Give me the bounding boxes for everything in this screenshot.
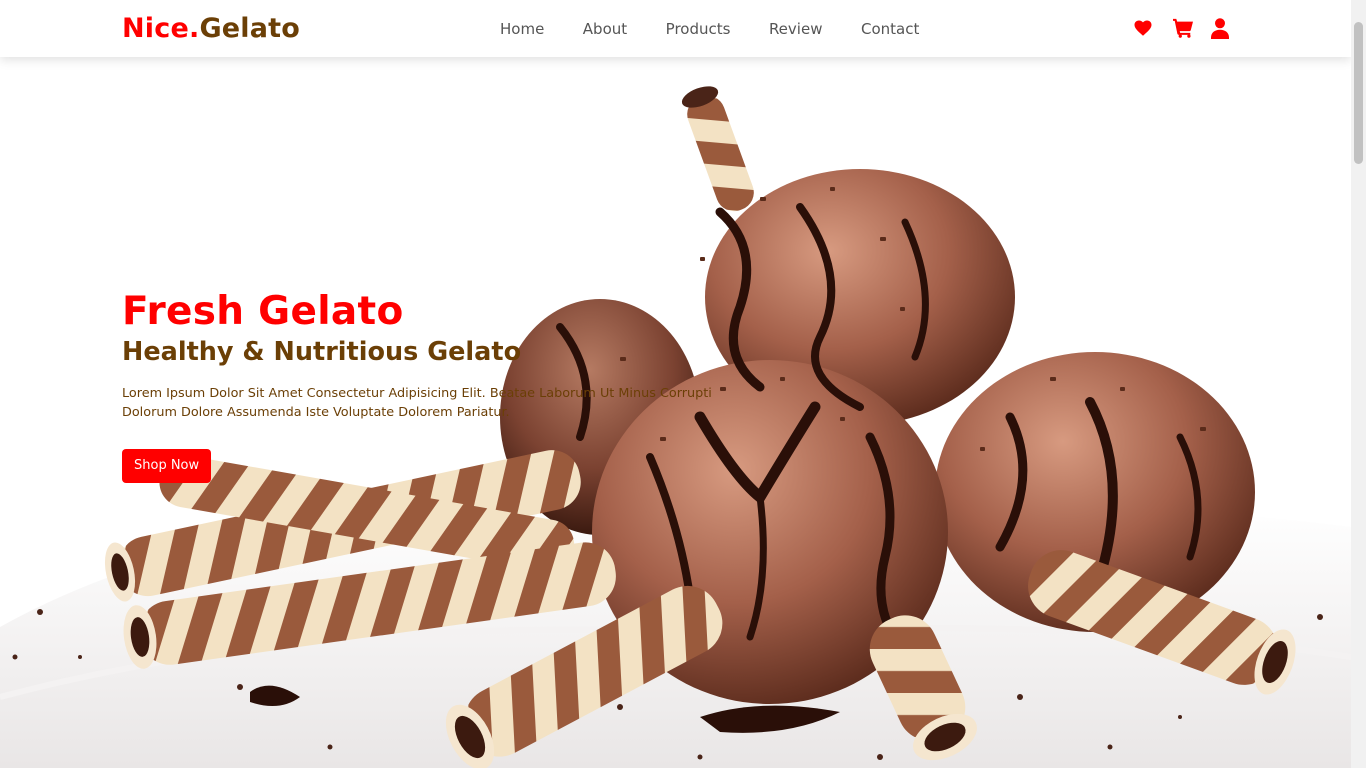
main-nav: Home About Products Review Contact <box>500 19 958 39</box>
nav-link-home[interactable]: Home <box>500 19 544 39</box>
nav-link-review[interactable]: Review <box>769 19 823 39</box>
hero-content: Fresh Gelato Healthy & Nutritious Gelato… <box>122 289 742 483</box>
site-header: Nice.Gelato Home About Products Review C… <box>0 0 1351 57</box>
hero-section: Fresh Gelato Healthy & Nutritious Gelato… <box>0 57 1351 768</box>
user-icon[interactable] <box>1211 18 1233 40</box>
brand-name-part1: Nice. <box>122 13 200 44</box>
heart-icon[interactable] <box>1133 18 1155 40</box>
page-scrollbar[interactable] <box>1351 0 1366 768</box>
hero-description: Lorem Ipsum Dolor Sit Amet Consectetur A… <box>122 386 712 420</box>
hero-title: Fresh Gelato <box>122 289 404 334</box>
nav-link-products[interactable]: Products <box>666 19 731 39</box>
brand-logo[interactable]: Nice.Gelato <box>122 12 300 46</box>
header-icons <box>1133 18 1233 40</box>
shop-now-button[interactable]: Shop Now <box>122 449 212 483</box>
hero-subtitle: Healthy & Nutritious Gelato <box>122 337 522 367</box>
scrollbar-thumb[interactable] <box>1354 22 1363 164</box>
brand-name-part2: Gelato <box>199 13 301 44</box>
nav-link-contact[interactable]: Contact <box>861 19 919 39</box>
nav-link-about[interactable]: About <box>583 19 627 39</box>
cart-icon[interactable] <box>1172 18 1194 40</box>
